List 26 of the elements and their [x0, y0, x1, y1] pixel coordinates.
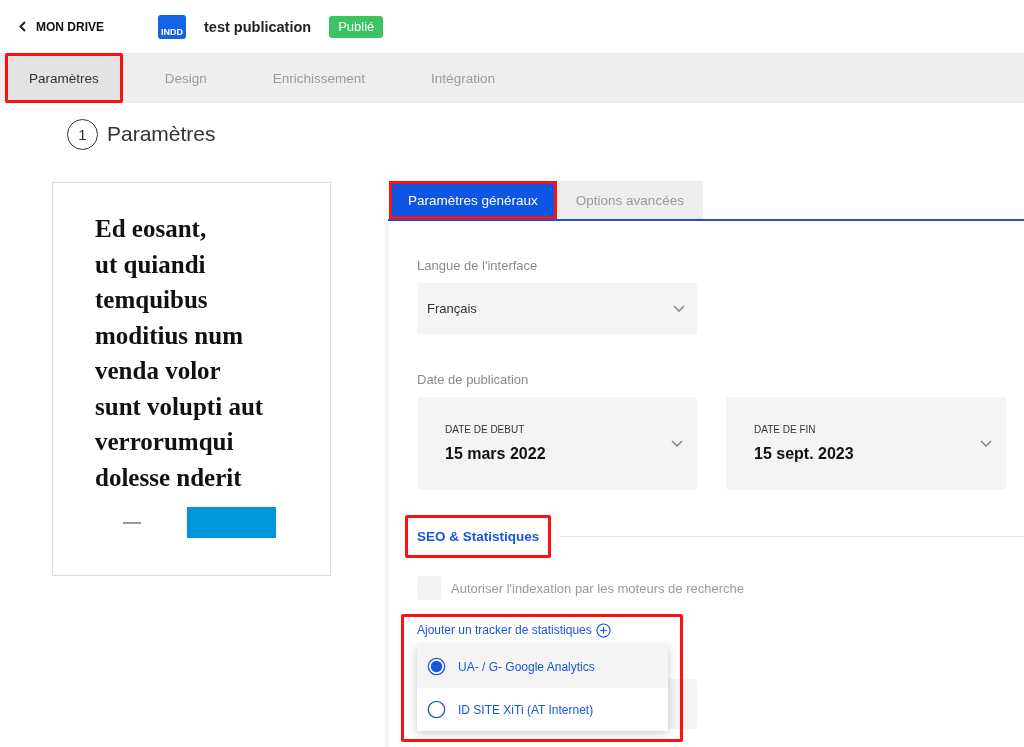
- file-type-icon: INDD: [158, 14, 186, 39]
- caption-mark: [123, 521, 141, 524]
- radio-button[interactable]: [427, 657, 446, 676]
- status-badge: Publié: [329, 15, 384, 38]
- menu-option[interactable]: ID SITE XiTi (AT Internet): [417, 688, 668, 731]
- date-select[interactable]: DATE DE FIN 15 sept. 2023: [726, 397, 1006, 490]
- chevron-down-icon: [980, 440, 992, 447]
- language-select[interactable]: Français: [417, 283, 697, 334]
- chevron-down-icon: [673, 305, 685, 312]
- field-label: Date de publication: [417, 372, 529, 388]
- step-title: Paramètres: [107, 122, 216, 146]
- tab[interactable]: Paramètres généraux: [389, 181, 557, 219]
- back-link[interactable]: MON DRIVE: [19, 19, 104, 34]
- menu-option[interactable]: UA- / G- Google Analytics: [417, 645, 668, 688]
- plus-circle-icon: [595, 622, 611, 638]
- publication-title: test publication: [204, 18, 312, 35]
- checkbox-label: Autoriser l'indexation par les moteurs de recherche: [451, 580, 744, 596]
- date-select[interactable]: DATE DE DEBUT 15 mars 2022: [417, 397, 697, 490]
- document-heading: Ed eosant, ut quiandi temquibus moditius num venda volor sunt volupti aut verrorumqui dolesse nderit: [95, 214, 264, 493]
- chevron-left-icon: [19, 21, 26, 32]
- tab[interactable]: Paramètres: [5, 53, 123, 103]
- chevron-down-icon: [671, 440, 683, 447]
- field-label: Langue de l'interface: [417, 258, 538, 274]
- radio-button[interactable]: [427, 700, 446, 719]
- add-tracker-link[interactable]: Ajouter un tracker de statistiques: [417, 622, 611, 638]
- section-title: SEO & Statistiques: [417, 528, 540, 546]
